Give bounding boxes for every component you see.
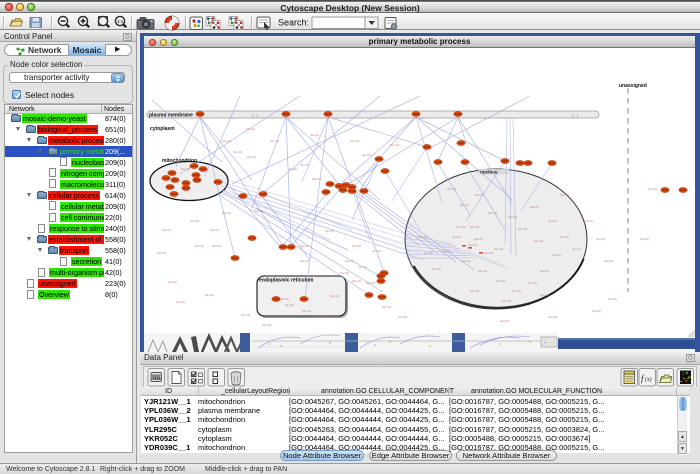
svg-text:[Go:id]: [Go:id] [398, 315, 407, 319]
svg-text:[Go:id]: [Go:id] [352, 279, 361, 283]
svg-text:[Go:id]: [Go:id] [442, 249, 451, 253]
svg-text:endoplasmic reticulum: endoplasmic reticulum [259, 278, 314, 284]
svg-text:[Go:id]: [Go:id] [302, 309, 311, 313]
svg-text:[Go:id]: [Go:id] [432, 267, 441, 271]
svg-text:[Go:id]: [Go:id] [530, 205, 539, 209]
svg-text:[Go:id]: [Go:id] [262, 323, 271, 327]
svg-text:Search:: Search: [278, 18, 309, 28]
svg-text:[Go:id]: [Go:id] [233, 150, 242, 154]
svg-text:[Go:id]: [Go:id] [424, 251, 433, 255]
svg-text:cytoplasm: cytoplasm [150, 126, 175, 132]
svg-text:[Go:id]: [Go:id] [488, 211, 497, 215]
svg-text:[Go:id]: [Go:id] [372, 249, 381, 253]
svg-text:[···]: [···] [252, 114, 258, 118]
svg-text:[Go:id]: [Go:id] [280, 297, 289, 301]
svg-text:[Go:id]: [Go:id] [462, 259, 471, 263]
svg-text:(x): (x) [645, 376, 652, 383]
svg-text:[Go:id]: [Go:id] [270, 139, 279, 143]
svg-text:[Go:id]: [Go:id] [390, 143, 399, 147]
svg-text:[Go:id]: [Go:id] [288, 167, 297, 171]
svg-text:[Go:id]: [Go:id] [640, 237, 649, 241]
svg-text:[Go:id]: [Go:id] [330, 294, 339, 298]
svg-text:unassigned: unassigned [619, 83, 647, 89]
svg-text:[···]: [···] [572, 114, 578, 118]
svg-text:[Go:id]: [Go:id] [470, 289, 479, 293]
svg-text:[Go:id]: [Go:id] [484, 251, 493, 255]
svg-text:[Go:id]: [Go:id] [474, 237, 483, 241]
svg-text:[Go:id]: [Go:id] [572, 247, 581, 251]
svg-text:[Go:id]: [Go:id] [157, 251, 166, 255]
svg-text:[Go:id]: [Go:id] [560, 235, 569, 239]
svg-text:[Go:id]: [Go:id] [470, 225, 479, 229]
svg-text:[Go:id]: [Go:id] [345, 259, 354, 263]
svg-text:[Go:id]: [Go:id] [181, 167, 190, 171]
svg-text:[Go:id]: [Go:id] [548, 219, 557, 223]
svg-text:-: - [544, 340, 546, 346]
svg-text:[Go:id]: [Go:id] [366, 281, 375, 285]
svg-text:[Go:id]: [Go:id] [300, 259, 309, 263]
svg-text:[Go:id]: [Go:id] [452, 235, 461, 239]
svg-text:[Go:id]: [Go:id] [418, 235, 427, 239]
svg-text:[Go:id]: [Go:id] [560, 193, 569, 197]
svg-text:[Go:id]: [Go:id] [548, 315, 557, 319]
svg-text:[Go:id]: [Go:id] [468, 243, 477, 247]
svg-text:[Go:id]: [Go:id] [241, 313, 250, 317]
svg-text:[Go:id]: [Go:id] [518, 227, 527, 231]
svg-text:[Go:id]: [Go:id] [205, 293, 214, 297]
svg-text:[Go:id]: [Go:id] [195, 244, 204, 248]
svg-text:[Go:id]: [Go:id] [246, 127, 255, 131]
svg-text:[Go:id]: [Go:id] [176, 300, 185, 304]
svg-text:[Go:id]: [Go:id] [254, 209, 263, 213]
svg-text:[Go:id]: [Go:id] [528, 281, 537, 285]
svg-text:[Go:id]: [Go:id] [310, 133, 319, 137]
svg-text:[Go:id]: [Go:id] [500, 319, 509, 323]
svg-text:[Go:id]: [Go:id] [168, 280, 177, 284]
svg-text:[Go:id]: [Go:id] [584, 219, 593, 223]
svg-text:[Go:id]: [Go:id] [222, 139, 231, 143]
svg-text:[Go:id]: [Go:id] [604, 259, 613, 263]
svg-text:[Go:id]: [Go:id] [540, 269, 549, 273]
svg-text:[Go:id]: [Go:id] [608, 297, 617, 301]
svg-text:[Go:id]: [Go:id] [478, 269, 487, 273]
svg-text:[Go:id]: [Go:id] [512, 289, 521, 293]
svg-text:[Go:id]: [Go:id] [358, 265, 367, 269]
svg-text:[Go:id]: [Go:id] [210, 228, 219, 232]
svg-text:[Go:id]: [Go:id] [312, 177, 321, 181]
svg-text:[Go:id]: [Go:id] [318, 315, 327, 319]
svg-text:[Go:id]: [Go:id] [350, 139, 359, 143]
svg-text:[Go:id]: [Go:id] [285, 303, 294, 307]
svg-text:[Go:id]: [Go:id] [190, 219, 199, 223]
svg-text:[Go:id]: [Go:id] [502, 299, 511, 303]
svg-text:[Go:id]: [Go:id] [222, 211, 231, 215]
svg-text:[Go:id]: [Go:id] [460, 203, 469, 207]
svg-text:[Go:id]: [Go:id] [534, 239, 543, 243]
svg-text:plasma membrane: plasma membrane [149, 113, 193, 119]
svg-text:[Go:id]: [Go:id] [212, 244, 221, 248]
svg-text:[Go:id]: [Go:id] [300, 244, 309, 248]
svg-text:[Go:id]: [Go:id] [552, 253, 561, 257]
svg-text:[Go:id]: [Go:id] [162, 228, 171, 232]
svg-text:[Go:id]: [Go:id] [596, 237, 605, 241]
svg-text:[Go:id]: [Go:id] [648, 187, 657, 191]
svg-text:[Go:id]: [Go:id] [247, 155, 256, 159]
svg-text:[Go:id]: [Go:id] [447, 187, 456, 191]
svg-text:[Go:id]: [Go:id] [475, 193, 484, 197]
svg-text:[Go:id]: [Go:id] [496, 279, 505, 283]
svg-text:[Go:id]: [Go:id] [340, 271, 349, 275]
svg-text:[Go:id]: [Go:id] [456, 225, 465, 229]
svg-text:[Go:id]: [Go:id] [592, 309, 601, 313]
svg-text:[Go:id]: [Go:id] [325, 229, 334, 233]
svg-text:[Go:id]: [Go:id] [382, 305, 391, 309]
svg-text:[Go:id]: [Go:id] [494, 247, 503, 251]
svg-text:[Go:id]: [Go:id] [310, 274, 319, 278]
svg-text:1:1: 1:1 [117, 19, 124, 24]
svg-text:[Go:id]: [Go:id] [352, 244, 361, 248]
svg-text:[Go:id]: [Go:id] [300, 163, 309, 167]
svg-text:[Go:id]: [Go:id] [508, 215, 517, 219]
svg-text:[Go:id]: [Go:id] [540, 293, 549, 297]
svg-text:[Go:id]: [Go:id] [362, 153, 371, 157]
